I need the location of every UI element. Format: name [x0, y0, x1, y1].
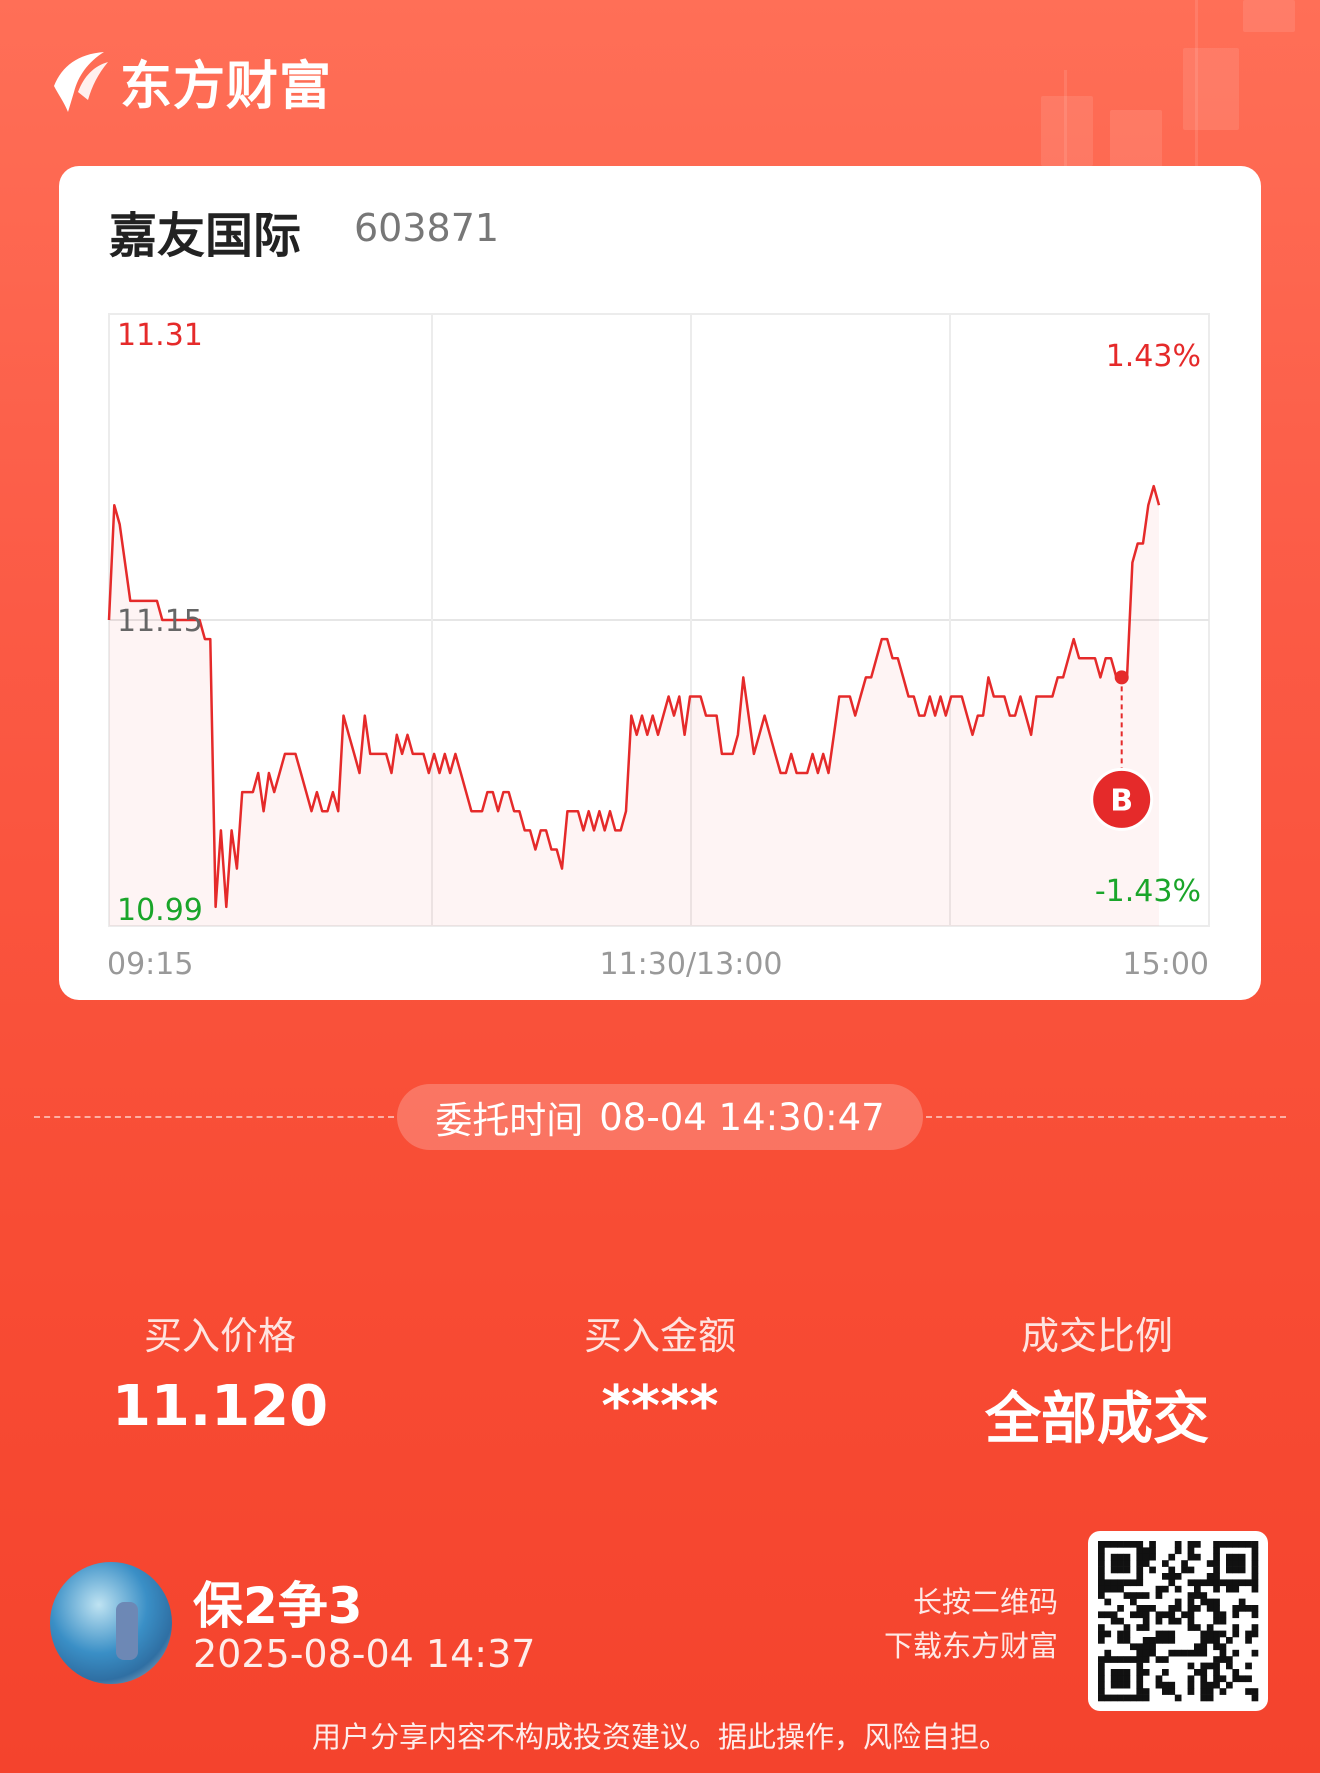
- stat-fill-ratio: 成交比例 全部成交: [932, 1305, 1262, 1455]
- y-min-label: 10.99: [117, 893, 203, 928]
- y-right-min-label: -1.43%: [1095, 874, 1201, 909]
- share-date: 2025-08-04 14:37: [193, 1632, 536, 1676]
- y-max-label: 11.31: [117, 318, 203, 353]
- y-right-max-label: 1.43%: [1106, 339, 1201, 374]
- user-name: 保2争3: [193, 1577, 363, 1635]
- stat-value: 11.120: [111, 1374, 329, 1439]
- stat-buy-amount: 买入金额 ****: [495, 1305, 825, 1439]
- y-mid-label: 11.15: [117, 604, 203, 639]
- brand-logo: 东方财富: [48, 46, 333, 117]
- x-tick-label: 09:15: [107, 947, 193, 982]
- x-tick-label: 11:30/13:00: [599, 947, 782, 982]
- decor-candle: [1183, 48, 1239, 130]
- qr-hint-line: 下载东方财富: [883, 1629, 1058, 1663]
- stat-label: 买入价格: [143, 1314, 296, 1358]
- intraday-chart: 11.31 11.15 10.99 1.43% -1.43% 09:15 11:…: [107, 313, 1210, 982]
- stock-card[interactable]: 嘉友国际 603871 11.31 11.15 10.99 1.43% -1.4…: [59, 166, 1261, 1000]
- order-time-pill: 委托时间 08-04 14:30:47: [397, 1084, 923, 1150]
- decor-candle: [1041, 96, 1093, 166]
- qr-hint: 长按二维码 下载东方财富: [884, 1580, 1058, 1668]
- avatar[interactable]: [50, 1562, 172, 1684]
- stat-label: 买入金额: [583, 1314, 736, 1358]
- qr-code-icon[interactable]: [1088, 1531, 1268, 1711]
- order-time-label: 委托时间: [435, 1099, 584, 1142]
- buy-point: [1114, 670, 1129, 685]
- divider-left: [34, 1116, 394, 1118]
- stat-value: ****: [601, 1374, 719, 1439]
- qr-hint-line: 长按二维码: [912, 1585, 1058, 1619]
- divider-right: [926, 1116, 1286, 1118]
- disclaimer: 用户分享内容不构成投资建议。据此操作，风险自担。: [311, 1720, 1008, 1754]
- price-area: [109, 486, 1159, 926]
- stat-label: 成交比例: [1020, 1314, 1173, 1358]
- buy-badge-label: B: [1110, 783, 1133, 818]
- stat-buy-price: 买入价格 11.120: [55, 1305, 385, 1439]
- decor-candle: [1243, 0, 1295, 32]
- stat-value: 全部成交: [985, 1387, 1209, 1452]
- order-time-value: 08-04 14:30:47: [599, 1095, 885, 1139]
- decor-candle-wick: [1195, 0, 1198, 170]
- brand-name: 东方财富: [120, 56, 333, 117]
- eastmoney-logo-icon: [54, 52, 108, 112]
- x-tick-label: 15:00: [1123, 947, 1209, 982]
